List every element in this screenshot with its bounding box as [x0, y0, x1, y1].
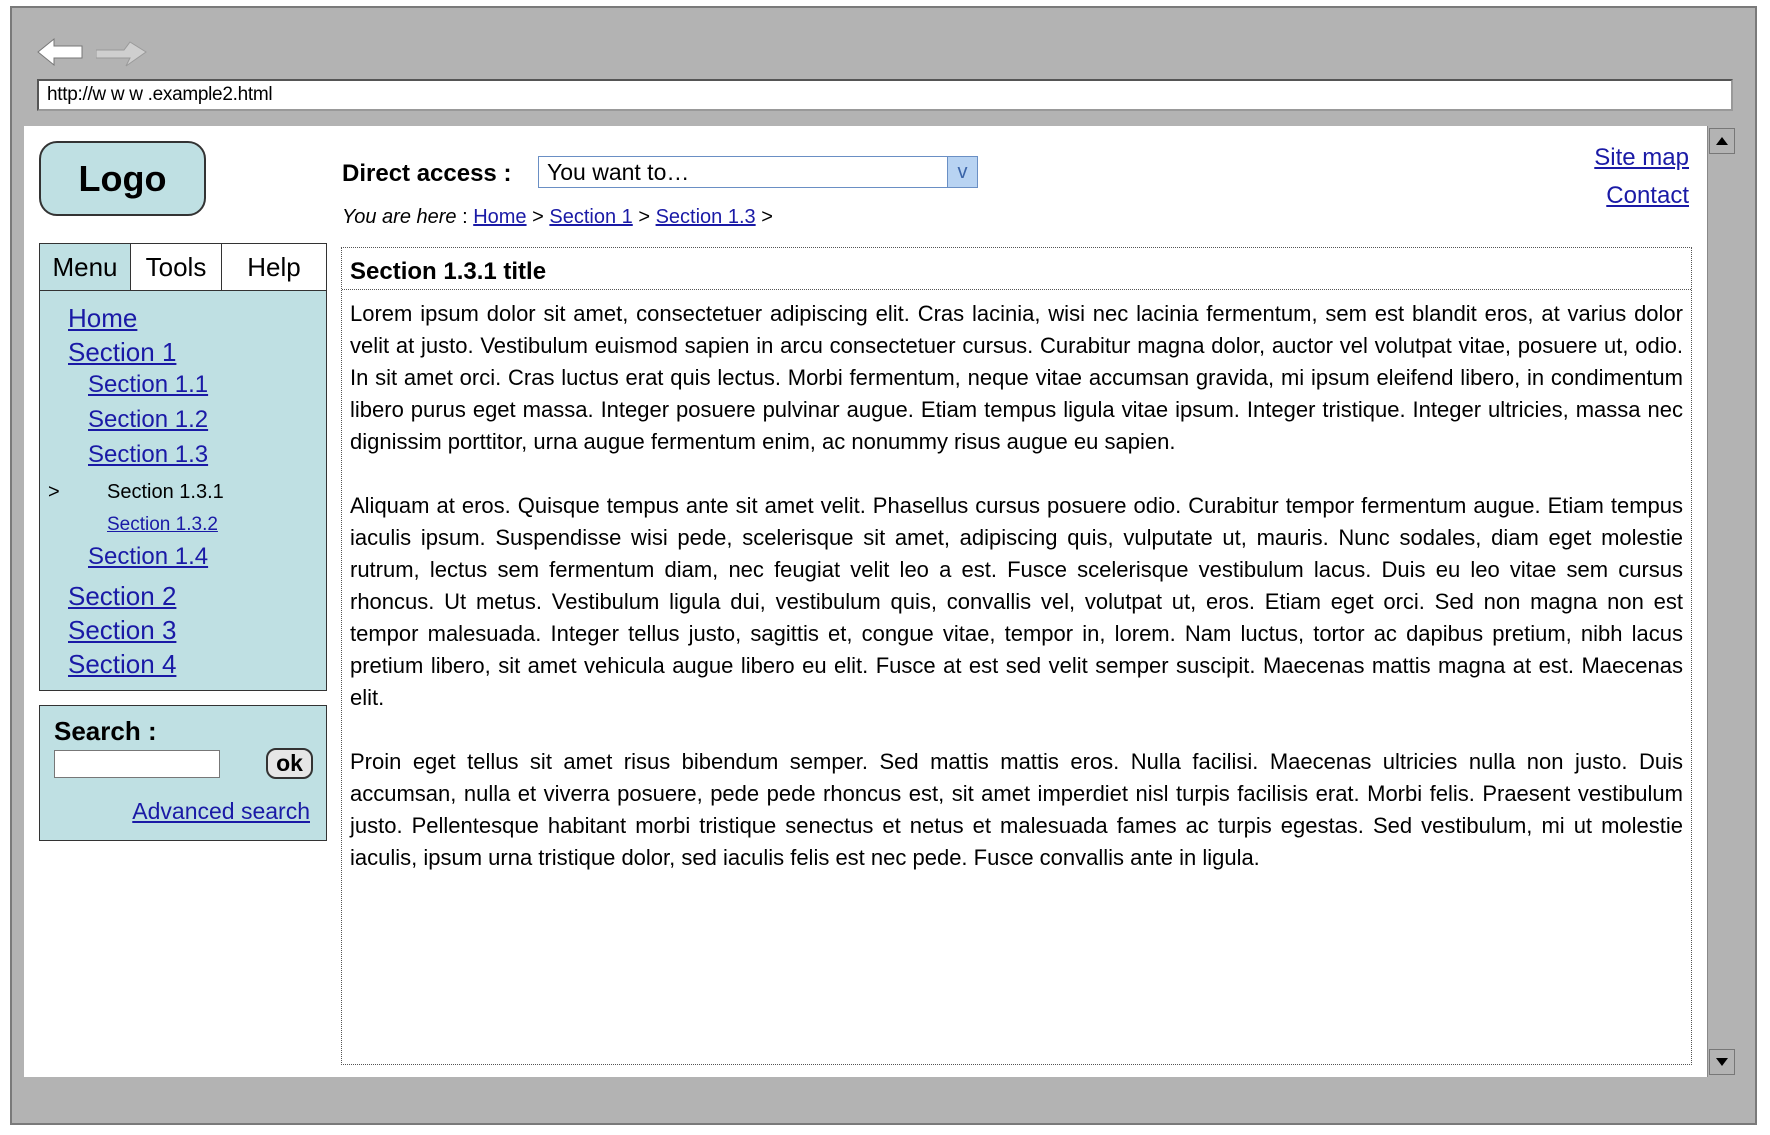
- sidebar-item-section-1-3-1[interactable]: Section 1.3.1: [107, 481, 224, 504]
- content-body: Lorem ipsum dolor sit amet, consectetuer…: [350, 298, 1683, 906]
- sidebar-item-section-3[interactable]: Section 3: [68, 615, 176, 646]
- sidebar-tabs: Menu Tools Help: [39, 243, 327, 291]
- direct-access-value: You want to…: [547, 159, 690, 185]
- sidebar-item-section-1-2[interactable]: Section 1.2: [88, 406, 208, 434]
- breadcrumb-separator: >: [761, 206, 773, 228]
- sidebar-item-section-1-1[interactable]: Section 1.1: [88, 371, 208, 399]
- site-map-link[interactable]: Site map: [1594, 144, 1689, 172]
- current-item-marker: >: [48, 481, 60, 503]
- content-title: Section 1.3.1 title: [342, 248, 1691, 290]
- breadcrumb-home[interactable]: Home: [473, 206, 526, 228]
- sidebar-item-section-4[interactable]: Section 4: [68, 649, 176, 680]
- tab-tools[interactable]: Tools: [131, 244, 222, 290]
- sidebar-item-section-1[interactable]: Section 1: [68, 337, 176, 368]
- sidebar-item-section-1-4[interactable]: Section 1.4: [88, 543, 208, 571]
- vertical-scrollbar[interactable]: [1707, 126, 1735, 1077]
- forward-arrow-icon[interactable]: [95, 40, 148, 73]
- main-content: Section 1.3.1 title Lorem ipsum dolor si…: [341, 247, 1692, 1065]
- search-ok-button[interactable]: ok: [266, 748, 313, 779]
- search-panel: Search : ok Advanced search: [39, 705, 327, 841]
- breadcrumb-separator: >: [638, 206, 651, 228]
- breadcrumb-section-1-3[interactable]: Section 1.3: [656, 206, 756, 228]
- direct-access-select[interactable]: You want to… v: [538, 156, 978, 188]
- sidebar-menu: Home Section 1 Section 1.1 Section 1.2 S…: [39, 291, 327, 691]
- scroll-down-icon[interactable]: [1709, 1049, 1735, 1075]
- sidebar-item-section-1-3[interactable]: Section 1.3: [88, 441, 208, 469]
- scroll-up-icon[interactable]: [1709, 128, 1735, 154]
- tab-menu[interactable]: Menu: [40, 244, 131, 290]
- advanced-search-link[interactable]: Advanced search: [132, 798, 310, 825]
- sidebar-item-section-1-3-2[interactable]: Section 1.3.2: [107, 514, 218, 536]
- dropdown-icon[interactable]: v: [947, 157, 977, 187]
- direct-access-label: Direct access :: [342, 160, 512, 187]
- content-paragraph: Aliquam at eros. Quisque tempus ante sit…: [350, 493, 1683, 710]
- breadcrumb-section-1[interactable]: Section 1: [549, 206, 632, 228]
- breadcrumb-colon: :: [456, 206, 474, 228]
- back-arrow-icon[interactable]: [36, 37, 86, 72]
- breadcrumb: You are here : Home > Section 1 > Sectio…: [342, 206, 773, 229]
- tab-help[interactable]: Help: [222, 244, 326, 290]
- content-paragraph: Proin eget tellus sit amet risus bibendu…: [350, 749, 1683, 870]
- search-label: Search :: [54, 716, 157, 746]
- sidebar-item-section-2[interactable]: Section 2: [68, 581, 176, 612]
- address-bar[interactable]: http://w w w .example2.html: [37, 79, 1733, 111]
- content-paragraph: Lorem ipsum dolor sit amet, consectetuer…: [350, 301, 1683, 454]
- logo[interactable]: Logo: [39, 141, 206, 216]
- contact-link[interactable]: Contact: [1606, 182, 1689, 210]
- search-input[interactable]: [54, 750, 220, 778]
- breadcrumb-separator: >: [532, 206, 544, 228]
- status-bar: [12, 1080, 1753, 1123]
- sidebar-item-home[interactable]: Home: [68, 303, 137, 334]
- breadcrumb-prefix: You are here: [342, 206, 457, 228]
